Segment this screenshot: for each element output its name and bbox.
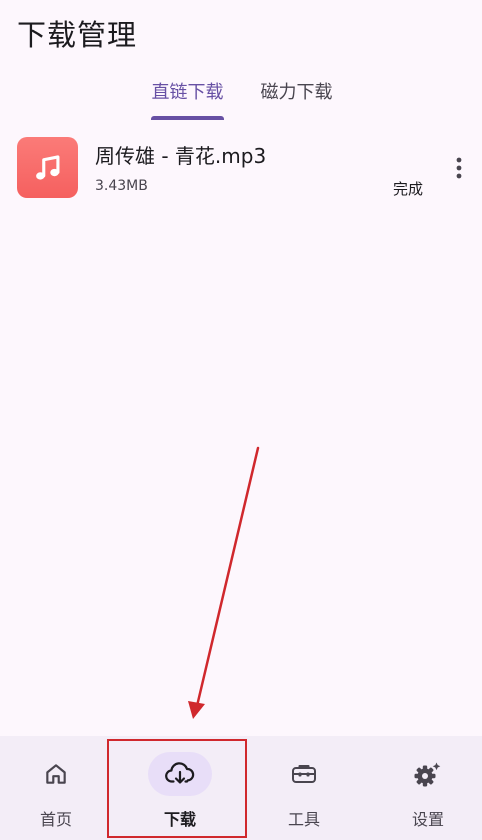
cloud-download-icon: [148, 752, 212, 796]
nav-label-settings: 设置: [411, 810, 444, 829]
file-name: 周传雄 - 青花.mp3: [95, 144, 267, 168]
home-icon: [24, 752, 88, 796]
settings-icon: [396, 752, 460, 796]
nav-item-settings[interactable]: 设置: [368, 736, 482, 840]
file-size: 3.43MB: [95, 178, 148, 194]
bottom-navigation: 首页 下载 工具 设置: [0, 736, 482, 840]
tab-bar: 直链下载 磁力下载: [0, 78, 482, 122]
nav-item-tools[interactable]: 工具: [244, 736, 364, 840]
download-manager-screen: 下载管理 直链下载 磁力下载 周传雄 - 青花.mp3 3.43MB 完成 首页…: [0, 0, 482, 840]
nav-item-home[interactable]: 首页: [0, 736, 116, 840]
more-options-icon[interactable]: [448, 154, 470, 182]
annotation-arrow: [188, 446, 260, 719]
nav-label-home: 首页: [39, 810, 72, 829]
nav-item-download[interactable]: 下载: [120, 736, 240, 840]
tab-magnet-download[interactable]: 磁力下载: [249, 78, 344, 122]
page-title: 下载管理: [17, 18, 138, 52]
status-label: 完成: [393, 180, 424, 198]
toolbox-icon: [272, 752, 336, 796]
nav-label-tools: 工具: [287, 810, 320, 829]
nav-label-download: 下载: [163, 810, 196, 829]
music-note-icon: [17, 137, 78, 198]
download-item[interactable]: 周传雄 - 青花.mp3 3.43MB 完成: [0, 128, 482, 210]
tab-active-indicator: [151, 116, 224, 120]
